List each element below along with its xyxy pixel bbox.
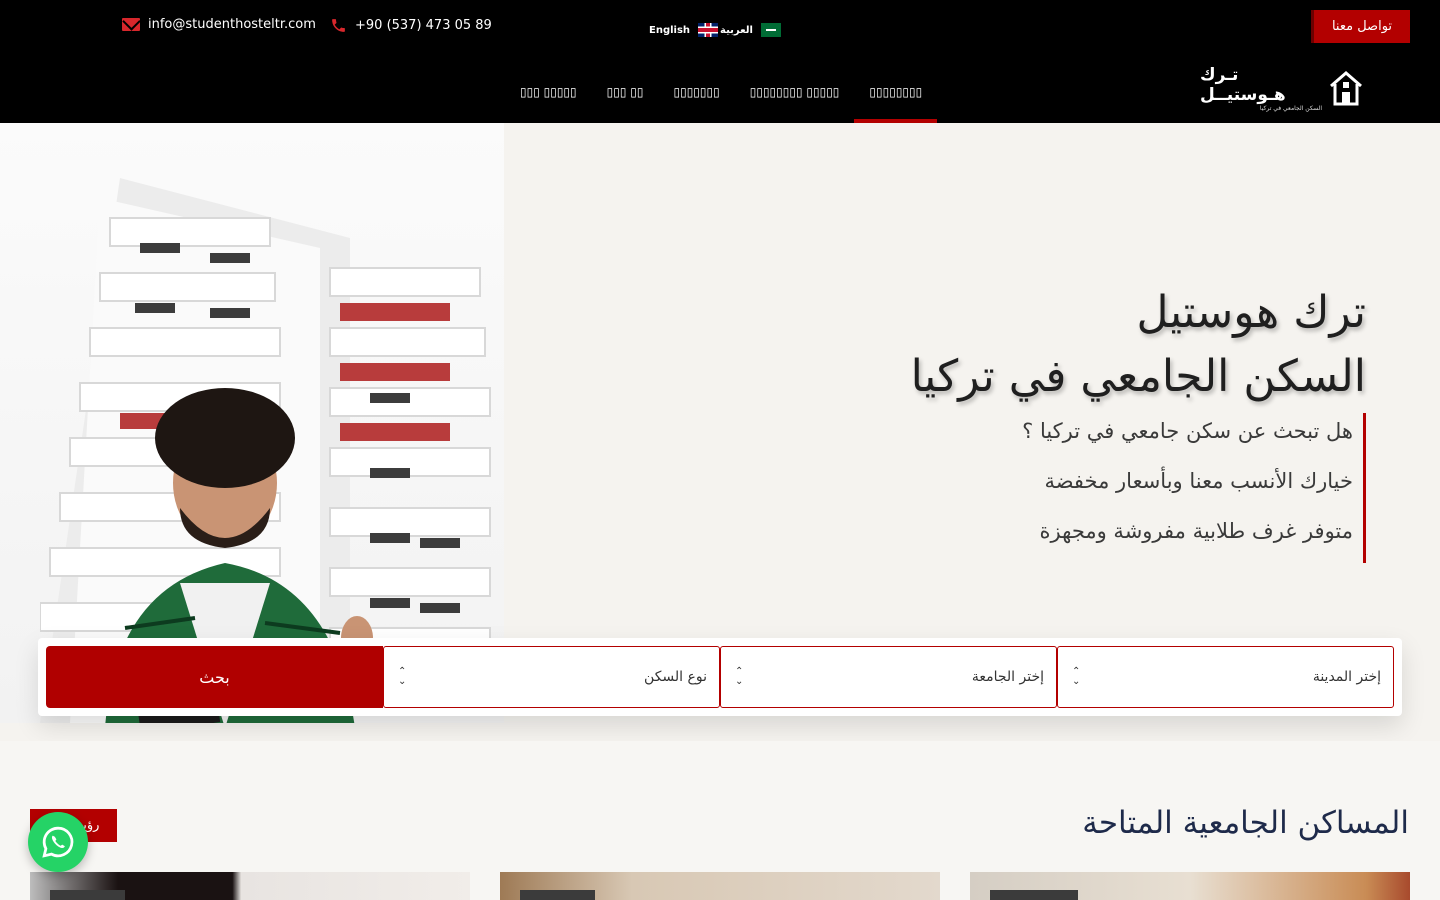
hero-bullet: هل تبحث عن سكن جامعي في تركيا ؟ xyxy=(1022,419,1353,443)
site-header: info@studenthosteltr.com +90 (537) 473 0… xyxy=(0,0,1440,123)
card-tag xyxy=(520,890,595,900)
logo-sub-text: السكن الجامعي في تركيا xyxy=(1259,104,1322,112)
city-select[interactable]: ⌃ ⌄ إختر المدينة xyxy=(1057,646,1394,708)
hero-title-line1: ترك هوستيل xyxy=(1136,287,1366,338)
phone-icon xyxy=(330,17,347,34)
hero-title: ترك هوستيل السكن الجامعي في تركيا xyxy=(911,281,1366,409)
whatsapp-icon xyxy=(42,826,74,858)
card-tag xyxy=(990,890,1078,900)
whatsapp-button[interactable] xyxy=(28,812,88,872)
hero-bullet: متوفر غرف طلابية مفروشة ومجهزة xyxy=(1039,519,1353,543)
chevron-updown-icon: ⌃ ⌄ xyxy=(1072,666,1081,687)
search-bar: بحث ⌃ ⌄ نوع السكن ⌃ ⌄ إختر الجامعة ⌃ ⌄ إختر… xyxy=(38,638,1402,716)
housing-type-select[interactable]: ⌃ ⌄ نوع السكن xyxy=(383,646,720,708)
language-english-label: English xyxy=(649,24,691,36)
hero-title-line2: السكن الجامعي في تركيا xyxy=(910,351,1366,402)
nav-item-3[interactable]: ▯▯▯▯▯▯▯ xyxy=(659,60,735,123)
housing-card[interactable] xyxy=(500,872,940,900)
city-placeholder: إختر المدينة xyxy=(1312,669,1381,685)
hero-bullet: خيارك الأنسب معنا وبأسعار مخفضة xyxy=(1044,469,1353,493)
email-text[interactable]: info@studenthosteltr.com xyxy=(148,17,316,32)
hero-student-photo xyxy=(0,123,504,723)
chevron-updown-icon: ⌃ ⌄ xyxy=(735,666,744,687)
nav-item-home[interactable]: ▯▯▯▯▯▯▯▯ xyxy=(854,60,938,123)
main-nav: ▯▯▯ ▯▯▯▯▯ ▯▯▯ ▯▯ ▯▯▯▯▯▯▯ ▯▯▯▯▯▯▯▯ ▯▯▯▯▯ … xyxy=(505,60,938,123)
housing-card[interactable] xyxy=(30,872,470,900)
logo-text: تـرك هـوستيــل السكن الجامعي في تركيا xyxy=(1200,65,1322,112)
housing-type-placeholder: نوع السكن xyxy=(644,669,707,685)
available-housing-section: المساكن الجامعية المتاحة رؤية الكل xyxy=(0,741,1440,900)
site-logo[interactable]: تـرك هـوستيــل السكن الجامعي في تركيا xyxy=(1200,65,1365,112)
contact-us-button[interactable]: تواصل معنا xyxy=(1311,10,1410,43)
language-arabic-label: العربية xyxy=(720,24,753,36)
housing-card[interactable] xyxy=(970,872,1410,900)
phone-text[interactable]: +90 (537) 473 05 89 xyxy=(355,18,492,33)
university-placeholder: إختر الجامعة xyxy=(971,669,1044,685)
nav-item-5[interactable]: ▯▯▯ ▯▯▯▯▯ xyxy=(505,60,592,123)
search-button[interactable]: بحث xyxy=(46,646,383,708)
email-contact[interactable]: info@studenthosteltr.com xyxy=(122,17,316,32)
section-title: المساكن الجامعية المتاحة xyxy=(1082,805,1409,841)
university-select[interactable]: ⌃ ⌄ إختر الجامعة xyxy=(720,646,1057,708)
nav-item-2[interactable]: ▯▯▯▯▯▯▯▯ ▯▯▯▯▯ xyxy=(735,60,855,123)
language-arabic[interactable]: العربية xyxy=(720,20,781,40)
uk-flag-icon xyxy=(698,23,719,37)
card-tag xyxy=(50,890,125,900)
language-english[interactable]: English xyxy=(649,20,719,40)
logo-main-text: تـرك هـوستيــل xyxy=(1200,64,1286,105)
chevron-updown-icon: ⌃ ⌄ xyxy=(398,666,407,687)
phone-contact[interactable]: +90 (537) 473 05 89 xyxy=(330,17,492,34)
nav-item-4[interactable]: ▯▯▯ ▯▯ xyxy=(592,60,659,123)
hero-bullets: هل تبحث عن سكن جامعي في تركيا ؟ خيارك ال… xyxy=(1022,413,1366,563)
mail-icon xyxy=(122,18,140,31)
logo-house-icon xyxy=(1330,71,1362,106)
saudi-flag-icon xyxy=(760,23,781,37)
